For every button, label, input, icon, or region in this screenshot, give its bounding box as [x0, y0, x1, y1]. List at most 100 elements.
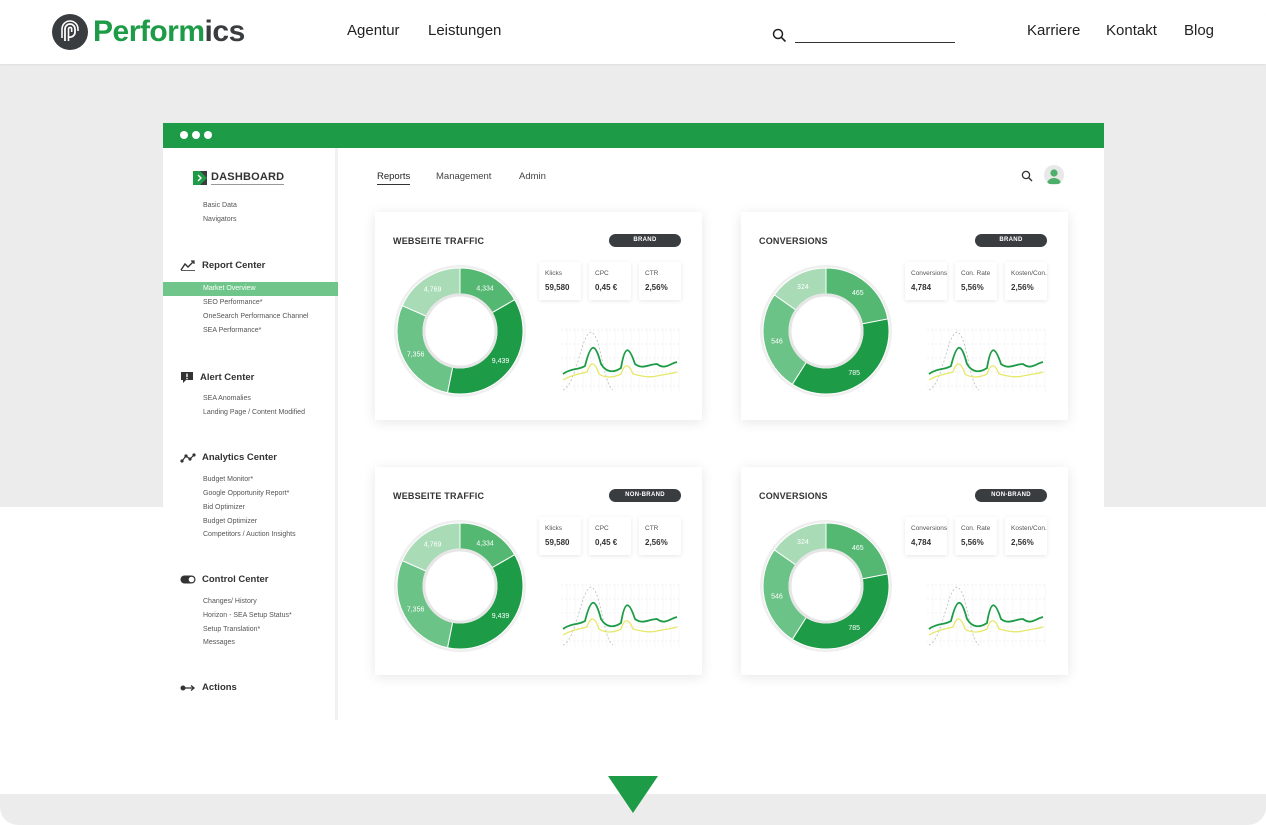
sidebar-item-budget-optimizer[interactable]: Budget Optimizer: [203, 518, 257, 525]
sidebar-item-horizon[interactable]: Horizon - SEA Setup Status*: [203, 612, 292, 619]
sidebar-item-messages[interactable]: Messages: [203, 639, 235, 646]
nav-karriere[interactable]: Karriere: [1027, 22, 1080, 39]
sidebar-item-budget-monitor[interactable]: Budget Monitor*: [203, 476, 253, 483]
card-title: WEBSEITE TRAFFIC: [393, 236, 485, 246]
stat-label: Kosten/Con.: [1011, 270, 1047, 277]
stat-box: Klicks 59,580: [539, 517, 581, 555]
stat-value: 2,56%: [645, 538, 668, 547]
donut-slice-label: 785: [848, 370, 860, 377]
site-header: Performics Agentur Leistungen Karriere K…: [0, 0, 1266, 64]
sidebar-item-navigators[interactable]: Navigators: [203, 216, 236, 223]
metric-card[interactable]: WEBSEITE TRAFFIC BRAND Klicks 59,580 CPC 0,45…: [375, 212, 702, 420]
sidebar-item-setup-translation[interactable]: Setup Translation*: [203, 626, 260, 633]
search-input[interactable]: [795, 29, 955, 43]
stat-label: Kosten/Con.: [1011, 525, 1047, 532]
tab-management[interactable]: Management: [436, 171, 491, 182]
logo-wordmark: Performics: [93, 15, 245, 48]
stat-value: 59,580: [545, 538, 570, 547]
stat-label: CPC: [595, 525, 609, 532]
donut-slice-label: 4,334: [476, 285, 494, 292]
stat-value: 59,580: [545, 283, 570, 292]
sidebar-item-changes-history[interactable]: Changes/ History: [203, 598, 257, 605]
nav-kontakt[interactable]: Kontakt: [1106, 22, 1157, 39]
donut-slice-label: 9,439: [492, 358, 510, 365]
donut-slice-label: 7,356: [407, 607, 425, 614]
sidebar-section-control-center[interactable]: Control Center: [180, 574, 269, 585]
sidebar-item-bid-optimizer[interactable]: Bid Optimizer: [203, 504, 245, 511]
donut-slice-label: 785: [848, 625, 860, 632]
segment-badge: BRAND: [609, 234, 681, 247]
metric-card[interactable]: CONVERSIONS BRAND Conversions 4,784 Con. Rat…: [741, 212, 1068, 420]
search-icon[interactable]: [1021, 170, 1033, 182]
sidebar-item-sea-anomalies[interactable]: SEA Anomalies: [203, 395, 251, 402]
stat-value: 2,56%: [1011, 283, 1034, 292]
alert-bubble-icon: [181, 372, 193, 383]
sidebar-item-competitors[interactable]: Competitors / Auction Insights: [203, 531, 296, 538]
dashboard-title: DASHBOARD: [211, 171, 285, 185]
sidebar-section-analytics-center[interactable]: Analytics Center: [180, 452, 277, 463]
page-frame: Performics Agentur Leistungen Karriere K…: [0, 0, 1266, 825]
sidebar-item-market-overview[interactable]: Market Overview: [163, 282, 338, 296]
nav-leistungen[interactable]: Leistungen: [428, 22, 501, 39]
sidebar-item-onesearch[interactable]: OneSearch Performance Channel: [203, 313, 308, 320]
search-icon[interactable]: [772, 28, 787, 43]
card-title: CONVERSIONS: [759, 236, 828, 246]
toggle-icon: [180, 575, 196, 584]
dashboard-logo[interactable]: DASHBOARD: [193, 171, 285, 185]
user-icon: [1047, 169, 1061, 184]
sidebar-section-alert-center[interactable]: Alert Center: [180, 371, 254, 384]
metric-card[interactable]: WEBSEITE TRAFFIC NON-BRAND Klicks 59,580 CPC…: [375, 467, 702, 675]
stat-box: CTR 2,56%: [639, 517, 681, 555]
scroll-down-arrow-icon[interactable]: [608, 776, 658, 813]
stat-value: 0,45 €: [595, 538, 618, 547]
site-search[interactable]: [772, 28, 955, 43]
fingerprint-icon: [52, 14, 88, 50]
trend-sparkline: [927, 583, 1047, 647]
card-title: CONVERSIONS: [759, 491, 828, 501]
donut-slice-label: 324: [797, 539, 809, 546]
segment-badge: NON-BRAND: [975, 489, 1047, 502]
dashboard-main: Reports Management Admin WEBSEITE TRAFFI…: [341, 148, 1104, 720]
user-avatar[interactable]: [1044, 165, 1064, 185]
window-dot-icon: [204, 131, 212, 139]
donut-slice-label: 4,769: [424, 287, 442, 294]
stat-box: Conversions 4,784: [905, 262, 947, 300]
stat-label: Con. Rate: [961, 525, 991, 532]
sidebar-item-sea-performance[interactable]: SEA Performance*: [203, 327, 261, 334]
sidebar-item-google-opportunity[interactable]: Google Opportunity Report*: [203, 490, 289, 497]
stat-value: 2,56%: [1011, 538, 1034, 547]
stat-label: CTR: [645, 525, 659, 532]
trend-line-primary: [562, 601, 678, 630]
segment-badge: BRAND: [975, 234, 1047, 247]
stat-value: 4,784: [911, 538, 932, 547]
stat-box: CPC 0,45 €: [589, 517, 631, 555]
tab-reports[interactable]: Reports: [377, 171, 411, 185]
performics-logo[interactable]: Performics: [52, 14, 245, 50]
stat-value: 4,784: [911, 283, 932, 292]
donut-chart: 4,334 9,439 7,356 4,769: [394, 520, 526, 652]
stat-value: 5,56%: [961, 283, 984, 292]
stat-box: Conversions 4,784: [905, 517, 947, 555]
stat-box: Con. Rate 5,56%: [955, 262, 997, 300]
stat-value: 5,56%: [961, 538, 984, 547]
sidebar-item-seo-performance[interactable]: SEO Performance*: [203, 299, 263, 306]
donut-chart: 465 785 546 324: [760, 520, 892, 652]
trend-line-primary: [928, 601, 1044, 630]
sidebar-item-landing-page[interactable]: Landing Page / Content Modified: [203, 409, 305, 416]
stat-box: Klicks 59,580: [539, 262, 581, 300]
stat-value: 0,45 €: [595, 283, 618, 292]
dashboard-sidebar: DASHBOARD Basic Data Navigators Report C…: [163, 148, 338, 720]
tab-admin[interactable]: Admin: [519, 171, 546, 182]
metric-card[interactable]: CONVERSIONS NON-BRAND Conversions 4,784 Con.…: [741, 467, 1068, 675]
window-dot-icon: [180, 131, 188, 139]
nav-blog[interactable]: Blog: [1184, 22, 1214, 39]
donut-chart: 465 785 546 324: [760, 265, 892, 397]
nav-agentur[interactable]: Agentur: [347, 22, 400, 39]
donut-slice-label: 465: [852, 290, 864, 297]
stat-box: Con. Rate 5,56%: [955, 517, 997, 555]
sidebar-section-actions[interactable]: Actions: [180, 682, 237, 693]
sidebar-section-report-center[interactable]: Report Center: [180, 259, 265, 271]
stat-box: CTR 2,56%: [639, 262, 681, 300]
window-titlebar: [163, 123, 1104, 148]
sidebar-item-basic-data[interactable]: Basic Data: [203, 202, 237, 209]
